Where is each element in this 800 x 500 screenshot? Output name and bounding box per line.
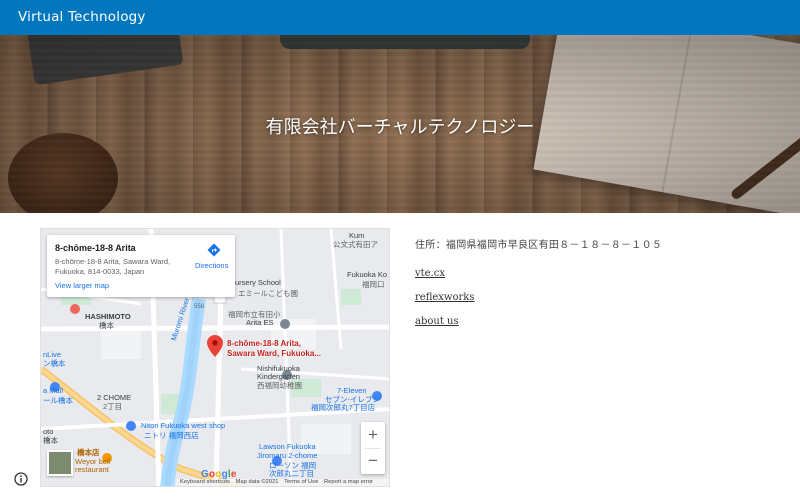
poi-school-icon xyxy=(280,319,290,329)
map-label-mall-jp: ール橋本 xyxy=(43,396,73,405)
link-about-us[interactable]: about us xyxy=(415,316,459,327)
top-app-bar: Virtual Technology xyxy=(0,0,800,35)
poi-store-icon-2 xyxy=(126,421,136,431)
map-label-restaurant: restaurant xyxy=(75,465,109,474)
map-label-nitori: Nitori Fukuoka west shop xyxy=(141,421,226,430)
company-address: 住所：福岡県福岡市早良区有田８－１８－８－１０５ xyxy=(415,240,663,251)
zoom-in-button[interactable]: + xyxy=(361,422,385,448)
map-label-hashimoto-jp: 橋本 xyxy=(99,321,114,330)
place-name: 8-chōme-18-8 Arita xyxy=(55,243,136,253)
report-error-link[interactable]: Report a map error xyxy=(324,479,373,485)
hero-title: 有限会社バーチャルテクノロジー xyxy=(265,117,535,138)
map-label-arita-es: Arita ES xyxy=(246,318,274,327)
directions-link[interactable]: Directions xyxy=(195,261,228,270)
zoom-separator xyxy=(365,448,381,449)
map-label-lawson-2: Jiromaru 2-chome xyxy=(257,451,318,460)
map-footer: Keyboard shortcuts Map data ©2021 Terms … xyxy=(176,479,389,486)
zoom-out-button[interactable]: − xyxy=(361,448,385,474)
keyboard-shortcuts-link[interactable]: Keyboard shortcuts xyxy=(180,479,230,485)
link-vte-cx[interactable]: vte.cx xyxy=(415,268,445,279)
map-label-fukuoka-ko: Fukuoka Ko xyxy=(347,270,388,279)
hero-banner: 有限会社バーチャルテクノロジー xyxy=(0,35,800,213)
info-icon[interactable] xyxy=(14,472,28,486)
map-label-7-eleven-jp2: 福岡次郎丸7丁目店 xyxy=(311,403,376,412)
map-label-lawson-1: Lawson Fukuoka xyxy=(259,442,316,451)
view-larger-map-link[interactable]: View larger map xyxy=(55,281,109,290)
pin-label-line1: 8-chōme-18-8 Arita, xyxy=(227,339,301,348)
directions-icon[interactable] xyxy=(207,243,221,257)
map-label-nursery: ursery School xyxy=(235,278,281,287)
map-label-2-chome-jp: 2丁目 xyxy=(103,402,123,411)
satellite-toggle-thumbnail[interactable] xyxy=(47,450,73,476)
pin-label[interactable]: 8-chōme-18-8 Arita, Sawara Ward, Fukuoka… xyxy=(227,339,321,359)
location-pin-icon[interactable] xyxy=(207,335,223,357)
map-label-nursery-jp: エミールこども園 xyxy=(238,289,298,298)
embedded-map[interactable]: Kum 公文式有田ア Fukuoka Ko 福岡口 ursery School … xyxy=(40,228,390,487)
pin-label-line2: Sawara Ward, Fukuoka... xyxy=(227,349,321,358)
map-label-mall: a Mall xyxy=(43,386,64,395)
poi-restaurant-icon xyxy=(70,304,80,314)
map-label-kindergarten-jp: 西福岡幼稚園 xyxy=(257,381,302,390)
map-label-fukuoka-ko-jp: 福岡口 xyxy=(362,280,385,289)
link-reflexworks[interactable]: reflexworks xyxy=(415,292,474,303)
map-label-nlive-jp: ン橋本 xyxy=(43,359,66,368)
map-label-oto-jp: 橋本 xyxy=(43,436,58,445)
map-label-lawson-jp2: 次郎丸二丁目 xyxy=(269,469,314,478)
site-brand[interactable]: Virtual Technology xyxy=(18,9,146,25)
map-road-558: 558 xyxy=(194,304,205,310)
place-address: 8-chōme-18-8 Arita, Sawara Ward, Fukuoka… xyxy=(55,257,171,276)
map-data-text: Map data ©2021 xyxy=(235,479,279,485)
terms-link[interactable]: Terms of Use xyxy=(284,479,318,485)
map-label-nitori-jp: ニトリ 福岡西店 xyxy=(144,431,199,440)
zoom-controls: + − xyxy=(361,422,385,474)
map-label-koumin: 公文式有田ア xyxy=(333,240,378,249)
